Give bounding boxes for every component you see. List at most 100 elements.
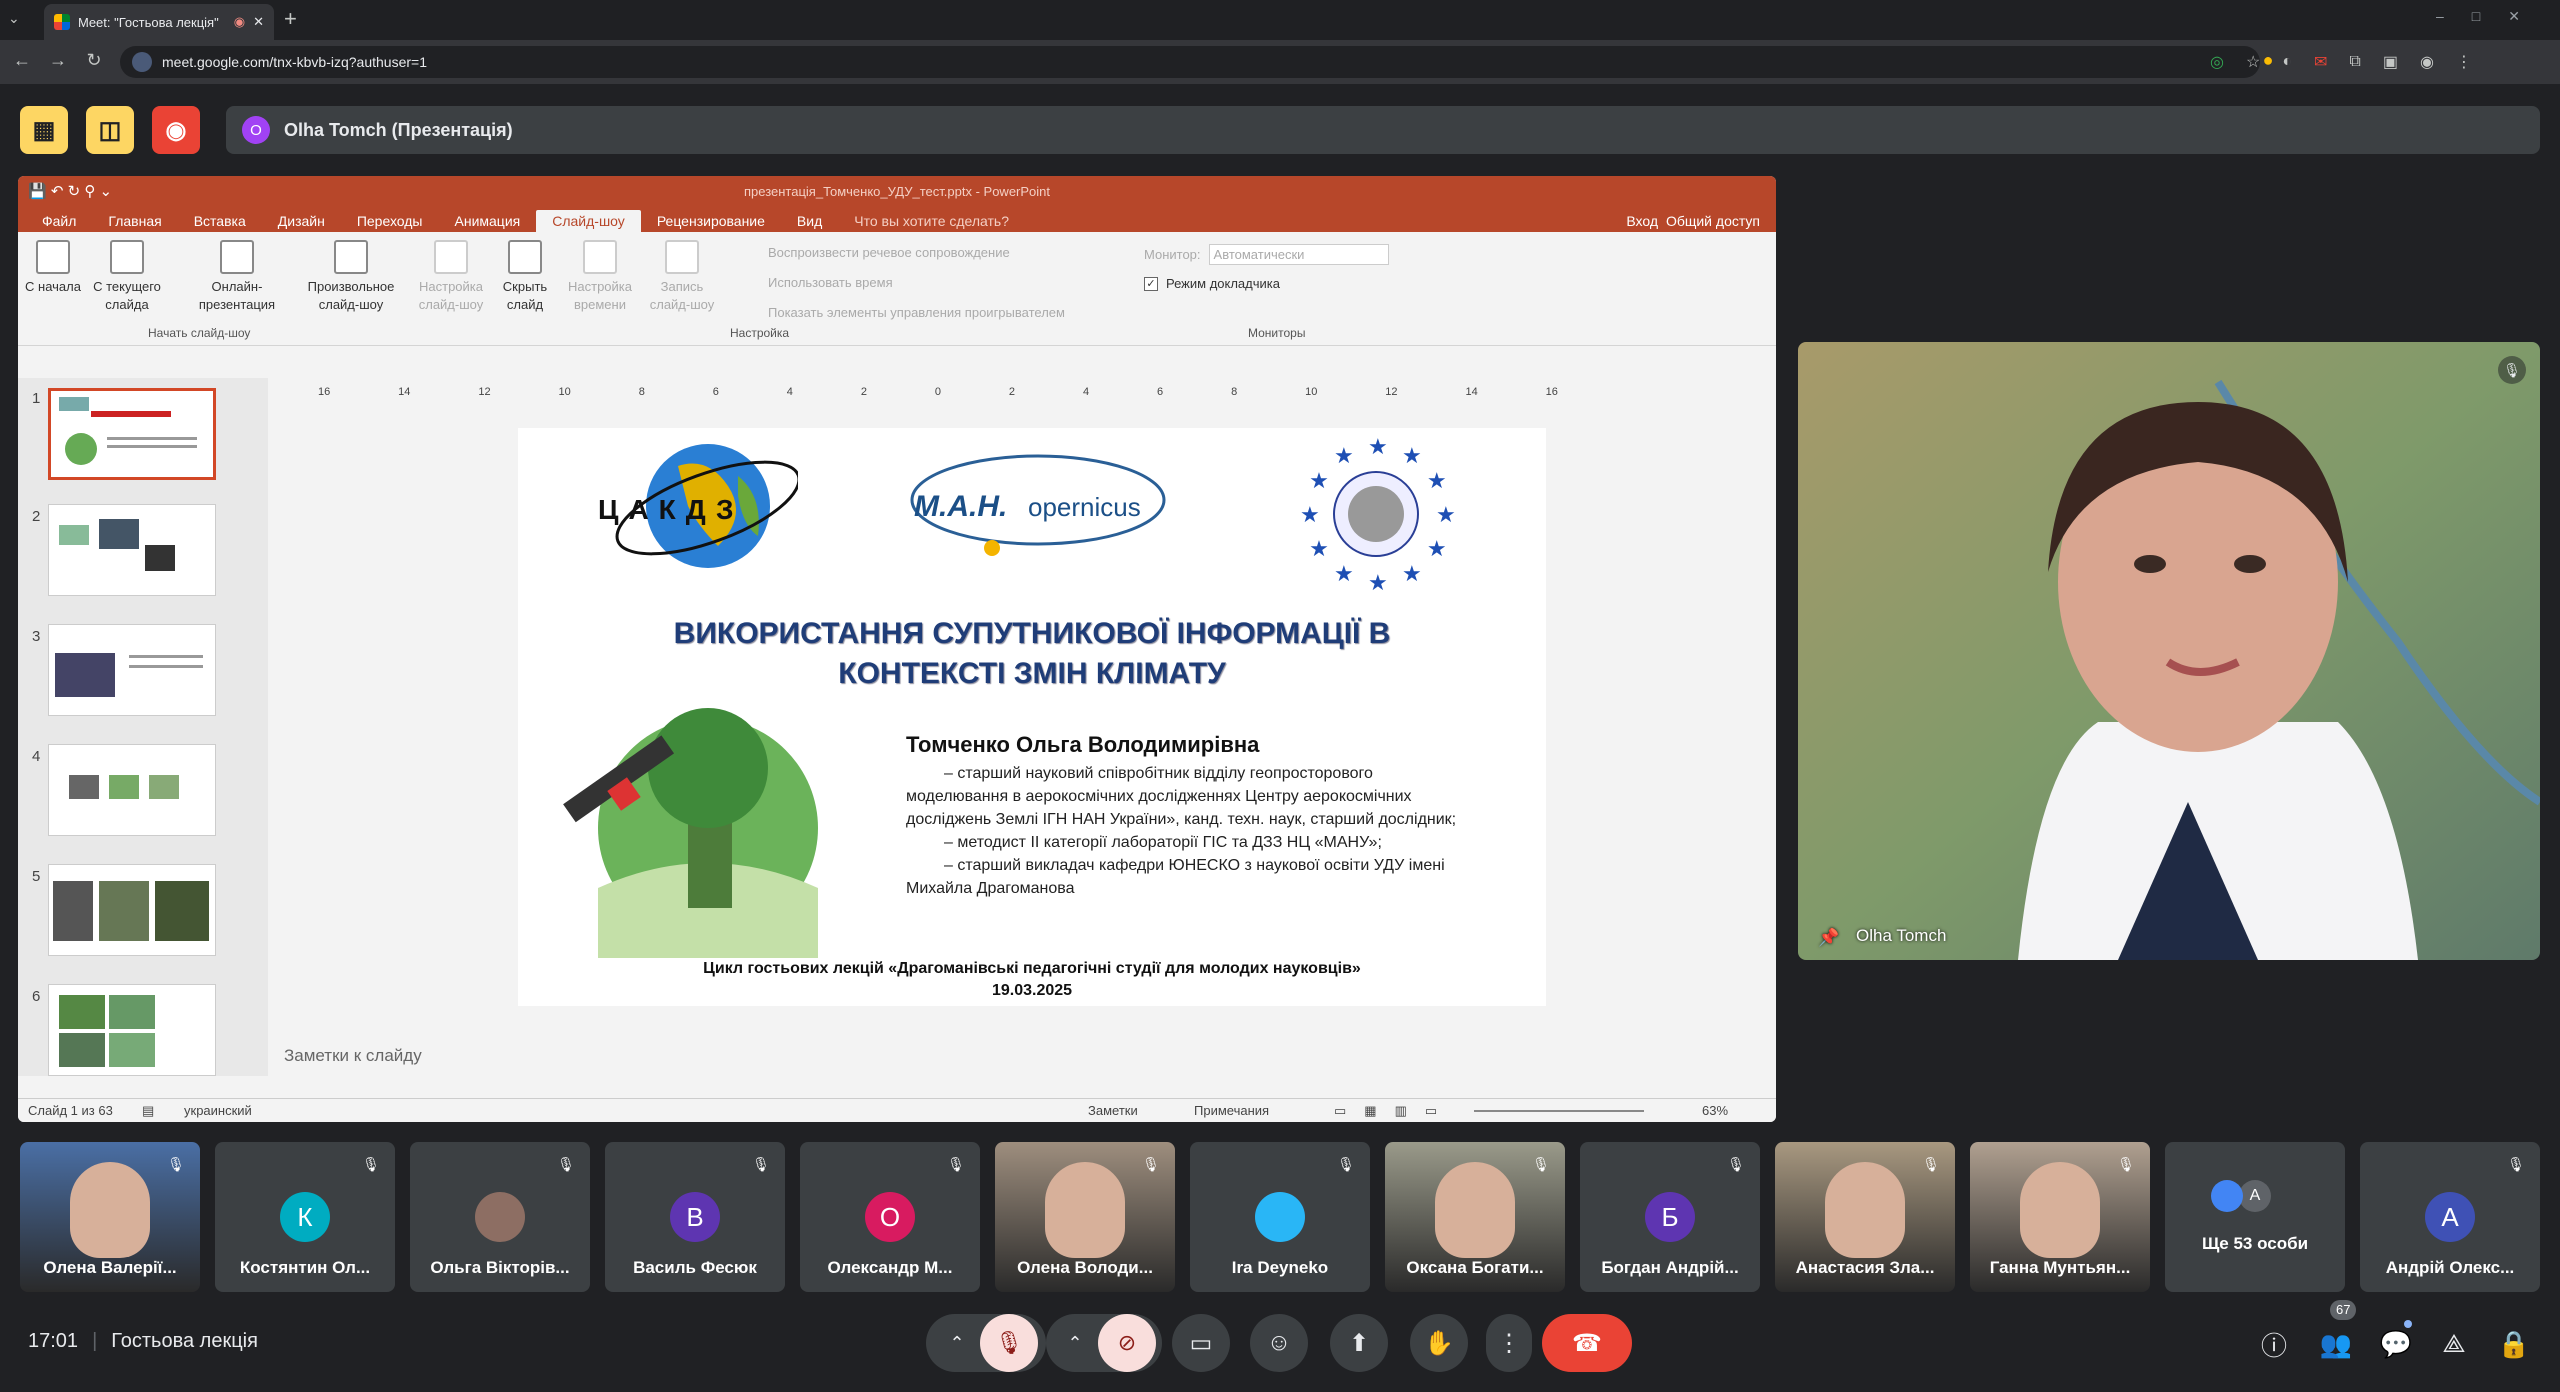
participant-tile[interactable]: A Ще 53 особи [2165,1142,2345,1292]
tab-search-icon[interactable]: ⌄ [8,10,20,27]
participant-tile[interactable]: Б Богдан Андрій... 🎙 [1580,1142,1760,1292]
ppt-tab-slideshow[interactable]: Слайд-шоу [536,210,641,232]
present-button[interactable]: ⬆ [1330,1314,1388,1372]
participant-tile[interactable]: О Олександр М... 🎙 [800,1142,980,1292]
slide-thumbnail[interactable] [48,984,216,1076]
ppt-rehearse-button[interactable]: Настройка времени [560,240,640,314]
slide-thumbnail[interactable] [48,864,216,956]
google-lens-icon[interactable]: ◎ [2210,52,2224,72]
people-button[interactable]: 👥 [2316,1324,2356,1364]
ppt-presenter-view-row[interactable]: ✓ Режим докладчика [1144,276,1280,291]
ppt-share-button[interactable]: Общий доступ [1650,210,1776,232]
ppt-notes-field[interactable]: Заметки к слайду [258,1034,1758,1078]
zoom-level[interactable]: 63% [1702,1099,1728,1122]
ppt-tab-view[interactable]: Вид [781,210,838,232]
participant-tile[interactable]: В Василь Фесюк 🎙 [605,1142,785,1292]
forward-icon[interactable]: → [46,50,70,71]
side-panel-icon[interactable]: ▣ [2383,52,2398,72]
language-indicator[interactable]: украинский [184,1099,252,1122]
profile-avatar-icon[interactable]: ◉ [2420,52,2434,72]
chrome-menu-icon[interactable]: ⋮ [2456,52,2472,72]
spellcheck-icon[interactable]: ▤ [142,1099,154,1122]
new-tab-button[interactable]: + [284,6,297,32]
ppt-timings-option[interactable]: Использовать время [768,268,1065,298]
presenter-view-checkbox[interactable]: ✓ [1144,276,1158,291]
raise-hand-button[interactable]: ✋ [1410,1314,1468,1372]
ppt-online-present-button[interactable]: Онлайн-презентация [182,240,292,314]
emblem-star-icon: ★ [1402,561,1422,586]
ppt-tab-animation[interactable]: Анимация [439,210,537,232]
tab-close-icon[interactable]: ✕ [253,14,264,30]
comments-toggle[interactable]: Примечания [1194,1099,1269,1122]
ppt-controls-option[interactable]: Показать элементы управления проигрывате… [768,298,1065,328]
window-controls[interactable]: –□✕ [2436,8,2548,25]
mic-off-button[interactable]: 🎙 [980,1314,1038,1372]
participant-name: Ганна Мунтьян... [1989,1258,2131,1277]
ppt-tab-file[interactable]: Файл [26,210,92,232]
slide-title: ВИКОРИСТАННЯ СУПУТНИКОВОЇ ІНФОРМАЦІЇ В К… [518,614,1546,694]
reload-icon[interactable]: ↻ [82,50,106,71]
back-icon[interactable]: ← [10,50,34,71]
ppt-tab-review[interactable]: Рецензирование [641,210,781,232]
camera-options-chevron-icon[interactable]: ⌃ [1052,1333,1098,1354]
reactions-button[interactable]: ☺ [1250,1314,1308,1372]
layout-button[interactable]: ◫ [86,106,134,154]
ppt-tell-me[interactable]: Что вы хотите сделать? [838,210,1025,232]
participant-tile[interactable]: Ira Deyneko 🎙 [1190,1142,1370,1292]
captions-button[interactable]: ▭ [1172,1314,1230,1372]
slide-canvas[interactable]: ЦАКДЗ М.А.Н. opernicus ★ ★ ★ ★ ★ ★ ★ ★ ★ ★ ★ ★ ВИКО… [518,428,1546,1006]
participant-tile[interactable]: Ганна Мунтьян... 🎙 [1970,1142,2150,1292]
zoom-slider[interactable] [1474,1110,1644,1112]
host-controls-button[interactable]: 🔒 [2494,1324,2534,1364]
participant-tile[interactable]: К Костянтин Ол... 🎙 [215,1142,395,1292]
recording-button[interactable]: ◉ [152,106,200,154]
presentation-captions-button[interactable]: ▦ [20,106,68,154]
browser-tab[interactable]: Meet: "Гостьова лекція" ◉ ✕ [44,4,274,40]
participant-name: Костянтин Ол... [239,1258,371,1277]
ppt-tab-transitions[interactable]: Переходы [341,210,439,232]
monitor-select[interactable]: Автоматически [1208,244,1389,265]
ruler-tick-label: 14 [1465,386,1478,398]
activities-button[interactable]: ⟁ [2434,1324,2474,1364]
more-options-button[interactable]: ⋮ [1486,1314,1532,1372]
participant-tile[interactable]: Анастасия Зла... 🎙 [1775,1142,1955,1292]
ppt-from-current-button[interactable]: С текущего слайда [84,240,170,314]
participant-tile[interactable]: Олена Валерії... 🎙 [20,1142,200,1292]
participant-tile[interactable]: Олена Володи... 🎙 [995,1142,1175,1292]
ppt-from-start-button[interactable]: С начала [22,240,84,296]
ppt-custom-show-button[interactable]: Произвольное слайд-шоу [296,240,406,314]
ppt-quick-access-icons[interactable]: 💾 ↶ ↻ ⚲ ⌄ [28,176,112,208]
participant-name: Ira Deyneko [1231,1258,1329,1277]
meeting-details-button[interactable]: ⓘ [2254,1324,2294,1364]
gmail-extension-icon[interactable]: ✉ [2314,52,2327,72]
pin-icon[interactable]: 📌 [1818,928,1839,948]
slide-thumbnail[interactable] [48,744,216,836]
ppt-hide-slide-button[interactable]: Скрыть слайд [492,240,558,314]
slide-thumbnail[interactable] [48,388,216,480]
url-field[interactable]: meet.google.com/tnx-kbvb-izq?authuser=1 [120,46,2260,78]
ppt-record-button[interactable]: Запись слайд-шоу [644,240,720,314]
copernicus-logo-text: opernicus [1028,492,1141,522]
participant-tile[interactable]: Оксана Богати... 🎙 [1385,1142,1565,1292]
chat-button[interactable]: 💬 [2376,1324,2416,1364]
ppt-narration-option[interactable]: Воспроизвести речевое сопровождение [768,238,1065,268]
extension-icon[interactable]: ◐ [2282,53,2292,71]
notes-toggle[interactable]: Заметки [1088,1099,1138,1122]
site-info-icon[interactable] [132,52,152,72]
ppt-tab-design[interactable]: Дизайн [262,210,341,232]
bookmark-star-icon[interactable]: ☆ [2246,52,2260,72]
view-mode-icons[interactable]: ▭▦▥▭ [1334,1099,1455,1122]
extensions-puzzle-icon[interactable]: ⧉ [2349,53,2360,71]
ppt-setup-show-button[interactable]: Настройка слайд-шоу [410,240,492,314]
ppt-tab-insert[interactable]: Вставка [178,210,262,232]
ppt-tab-home[interactable]: Главная [92,210,177,232]
camera-off-button[interactable]: ⊘ [1098,1314,1156,1372]
participant-tile[interactable]: Ольга Вікторів... 🎙 [410,1142,590,1292]
mic-options-chevron-icon[interactable]: ⌃ [934,1333,980,1354]
slide-thumbnail[interactable] [48,624,216,716]
bio-line: моделювання в аерокосмічних дослідженнях… [906,788,1412,805]
slide-thumbnail[interactable] [48,504,216,596]
participant-tile[interactable]: А Андрій Олекс... 🎙 [2360,1142,2540,1292]
leave-call-button[interactable]: ☎ [1542,1314,1632,1372]
speaker-video[interactable]: 📌 Olha Tomch 🎙 [1798,342,2540,960]
